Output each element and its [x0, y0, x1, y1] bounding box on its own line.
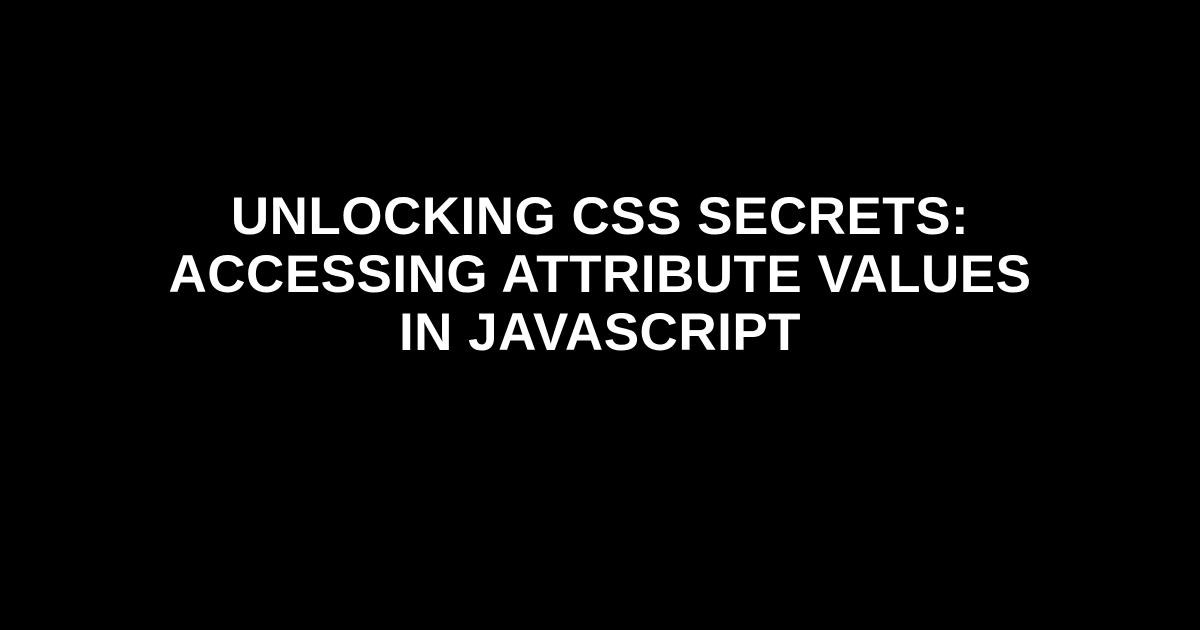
page-title: Unlocking CSS Secrets: Accessing Attribu… [100, 188, 1100, 363]
